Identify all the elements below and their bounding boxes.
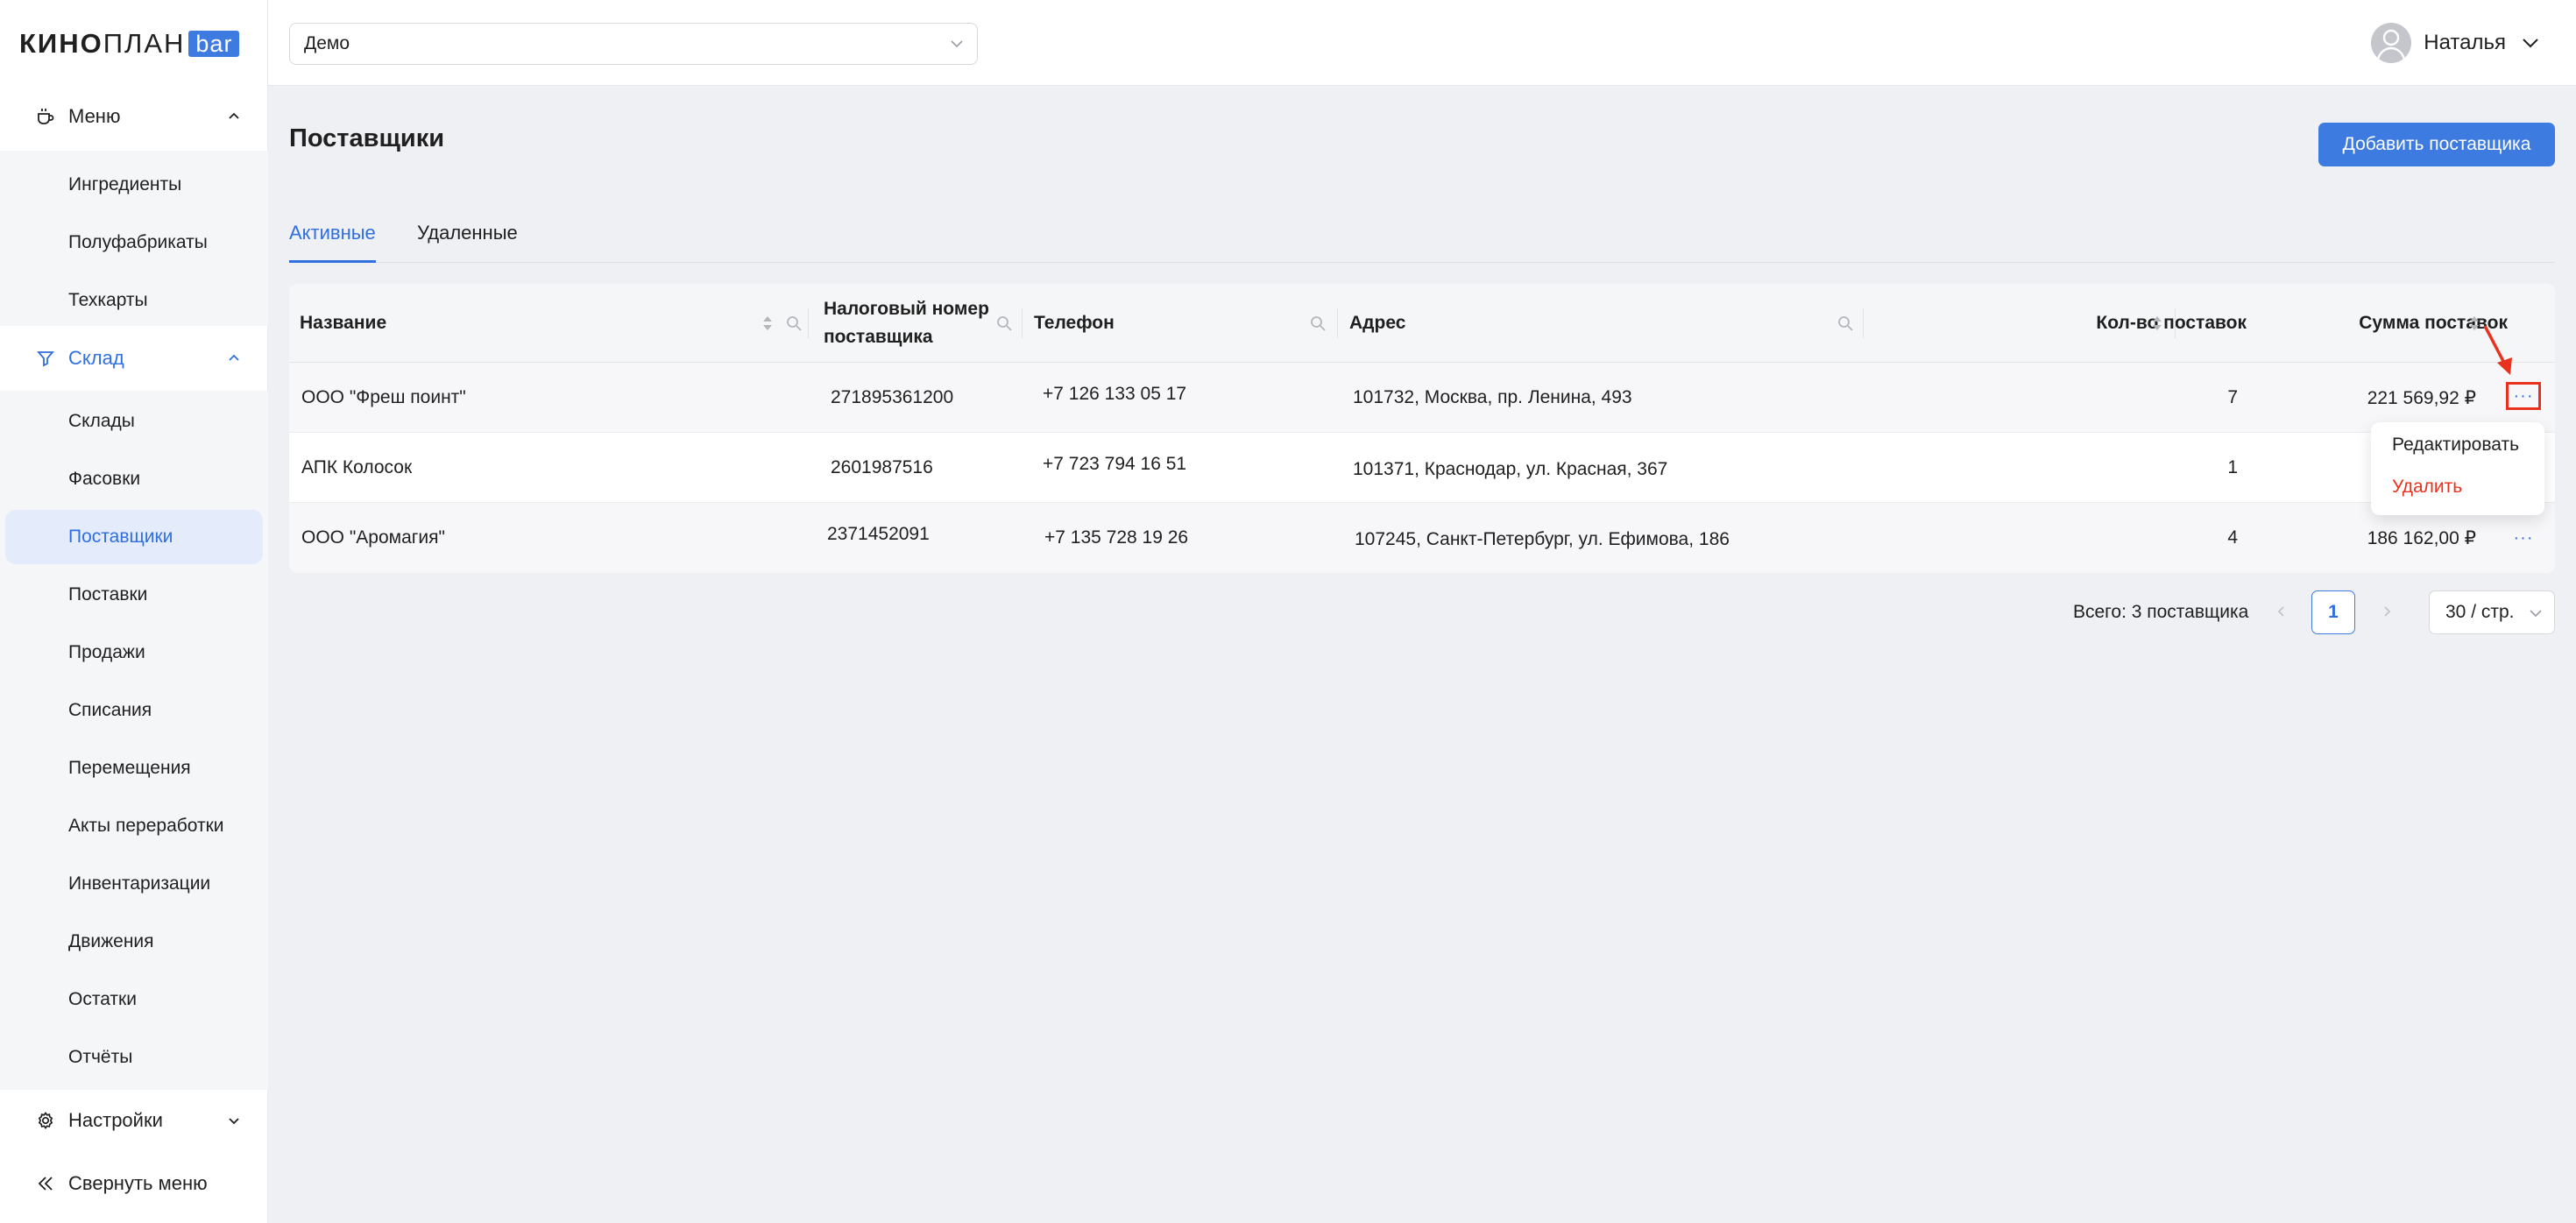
search-icon[interactable] (785, 315, 803, 332)
sidebar-item-write-offs[interactable]: Списания (5, 683, 263, 738)
page-size-select[interactable]: 30 / стр. (2429, 590, 2555, 634)
cell-address: 107245, Санкт-Петербург, ул. Ефимова, 18… (1355, 529, 1730, 549)
nav-group-warehouse[interactable]: Склад (0, 329, 268, 387)
search-icon[interactable] (995, 315, 1013, 332)
organization-select[interactable]: Демо (289, 23, 978, 65)
table-header: Название Налоговый номер поставщика Теле… (289, 284, 2555, 363)
column-header-tax-line2: поставщика (824, 327, 933, 347)
cell-name: АПК Колосок (301, 457, 413, 477)
cell-phone: +7 135 728 19 26 (1044, 527, 1189, 548)
chevron-right-icon[interactable] (2376, 601, 2397, 622)
sidebar-item-semi-finished[interactable]: Полуфабрикаты (5, 216, 263, 270)
sidebar-item-deliveries[interactable]: Поставки (5, 568, 263, 622)
tab-deleted[interactable]: Удаленные (417, 216, 518, 263)
user-avatar-icon (2371, 23, 2412, 63)
arrow-icon (2483, 325, 2512, 375)
logo-bar: bar (188, 31, 240, 57)
collapse-menu-button[interactable]: Свернуть меню (0, 1155, 268, 1212)
delete-menu-item[interactable]: Удалить (2392, 477, 2462, 498)
chevron-down-icon (949, 36, 965, 52)
column-header-tax-line1: Налоговый номер (824, 299, 989, 319)
column-divider (808, 308, 809, 338)
tab-active[interactable]: Активные (289, 216, 376, 263)
cell-phone: +7 723 794 16 51 (1043, 454, 1187, 474)
user-name: Наталья (2424, 31, 2506, 54)
funnel-icon (35, 348, 56, 369)
table-row[interactable]: АПК Колосок 2601987516 +7 723 794 16 51 … (289, 433, 2555, 503)
column-divider (1337, 308, 1338, 338)
table-row[interactable]: ООО "Фреш поинт" 271895361200 +7 126 133… (289, 363, 2555, 433)
cell-tax-number: 2601987516 (831, 457, 933, 477)
row-actions-dropdown: Редактировать Удалить (2371, 422, 2544, 515)
gear-icon (35, 1110, 56, 1131)
menu-submenu: Ингредиенты Полуфабрикаты Техкарты (0, 151, 268, 326)
pagination-total: Всего: 3 поставщика (2073, 602, 2249, 622)
chevron-left-icon[interactable] (2271, 601, 2292, 622)
collapse-menu-label: Свернуть меню (68, 1172, 208, 1194)
row-actions-button[interactable]: ··· (2506, 524, 2541, 552)
sidebar-item-reports[interactable]: Отчёты (5, 1030, 263, 1085)
column-header-phone[interactable]: Телефон (1034, 284, 1115, 363)
page-title: Поставщики (289, 124, 445, 152)
row-actions-button[interactable]: ··· (2506, 382, 2541, 410)
chevron-down-icon (2520, 32, 2541, 53)
sidebar-item-movements[interactable]: Движения (5, 915, 263, 969)
table-row[interactable]: ООО "Аромагия" 2371452091 +7 135 728 19 … (289, 503, 2555, 573)
nav-group-menu-label: Меню (68, 105, 121, 127)
cell-tax-number: 271895361200 (831, 387, 954, 407)
sort-icon[interactable] (759, 315, 776, 332)
page-button-current[interactable]: 1 (2311, 590, 2355, 634)
sidebar-item-sales[interactable]: Продажи (5, 626, 263, 680)
chevron-down-icon (2528, 605, 2544, 621)
sidebar: КИНО ПЛАН bar Меню Ингредиенты Полуфабри… (0, 0, 268, 1223)
search-icon[interactable] (1309, 315, 1327, 332)
sidebar-item-transfers[interactable]: Перемещения (5, 741, 263, 795)
sidebar-item-packaging[interactable]: Фасовки (5, 452, 263, 506)
suppliers-table: Название Налоговый номер поставщика Теле… (289, 284, 2555, 573)
chevron-up-icon (226, 109, 242, 124)
organization-select-value: Демо (304, 33, 350, 53)
cell-tax-number: 2371452091 (827, 524, 930, 544)
sort-icon[interactable] (2466, 315, 2483, 332)
sort-icon[interactable] (2148, 315, 2166, 332)
cell-address: 101371, Краснодар, ул. Красная, 367 (1353, 459, 1668, 479)
warehouse-submenu: Склады Фасовки Поставщики Поставки Прода… (0, 391, 268, 1090)
column-header-address[interactable]: Адрес (1349, 284, 1405, 363)
column-divider (1863, 308, 1864, 338)
nav-group-settings[interactable]: Настройки (0, 1092, 268, 1149)
sidebar-item-ingredients[interactable]: Ингредиенты (5, 158, 263, 212)
chevron-up-icon (226, 350, 242, 366)
double-chevron-left-icon (35, 1173, 56, 1194)
sidebar-item-inventories[interactable]: Инвентаризации (5, 857, 263, 911)
search-icon[interactable] (1836, 315, 1854, 332)
topbar: Демо Наталья (268, 0, 2576, 86)
cell-name: ООО "Фреш поинт" (301, 387, 466, 407)
nav-group-menu[interactable]: Меню (0, 88, 268, 145)
column-header-tax-number[interactable]: Налоговый номер поставщика (824, 284, 989, 363)
column-divider (1022, 308, 1023, 338)
sidebar-item-warehouses[interactable]: Склады (5, 394, 263, 449)
column-divider (2175, 308, 2176, 338)
logo-plan: ПЛАН (103, 28, 186, 59)
sidebar-item-processing-acts[interactable]: Акты переработки (5, 799, 263, 853)
edit-menu-item[interactable]: Редактировать (2392, 435, 2519, 456)
coffee-icon (35, 106, 56, 127)
tabs: Активные Удаленные (289, 210, 2555, 263)
sidebar-item-tech-cards[interactable]: Техкарты (5, 273, 263, 328)
column-header-delivery-sum[interactable]: Сумма поставок (2182, 284, 2508, 363)
logo-kino: КИНО (19, 28, 103, 59)
sidebar-item-suppliers[interactable]: Поставщики (5, 510, 263, 564)
logo[interactable]: КИНО ПЛАН bar (19, 26, 240, 61)
page-size-value: 30 / стр. (2445, 602, 2515, 622)
add-supplier-button[interactable]: Добавить поставщика (2318, 123, 2555, 166)
nav-group-settings-label: Настройки (68, 1109, 163, 1131)
cell-phone: +7 126 133 05 17 (1043, 384, 1187, 404)
cell-name: ООО "Аромагия" (301, 527, 445, 548)
cell-address: 101732, Москва, пр. Ленина, 493 (1353, 387, 1632, 407)
chevron-down-icon (226, 1113, 242, 1128)
column-header-name[interactable]: Название (300, 284, 386, 363)
nav-group-warehouse-label: Склад (68, 347, 124, 369)
user-menu[interactable]: Наталья (2371, 21, 2541, 65)
sidebar-item-stock[interactable]: Остатки (5, 972, 263, 1027)
